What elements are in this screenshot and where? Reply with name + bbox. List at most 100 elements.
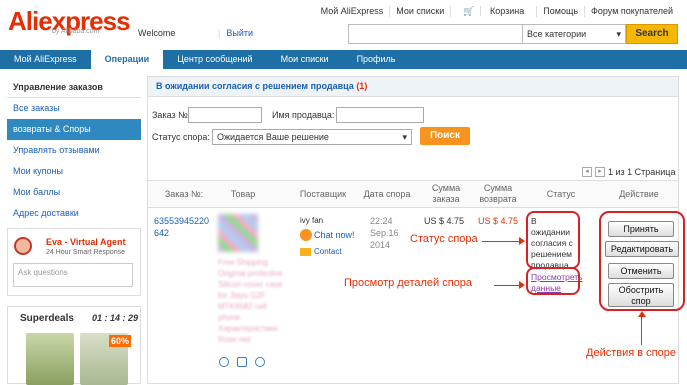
snapshot-icon[interactable] bbox=[255, 357, 265, 367]
category-select[interactable]: Все категории ▾ bbox=[522, 24, 626, 44]
superdeals-panel: Superdeals 01 : 14 : 29 60% bbox=[7, 306, 141, 385]
welcome-text: Welcome bbox=[138, 28, 176, 38]
chat-label: Chat now! bbox=[314, 230, 355, 240]
panel-heading-count: (1) bbox=[356, 81, 368, 91]
category-label: Все категории bbox=[527, 29, 587, 39]
sidebar-item-points[interactable]: Мои баллы bbox=[7, 182, 141, 203]
clock-icon[interactable] bbox=[219, 357, 229, 367]
order-number-input[interactable] bbox=[188, 107, 262, 123]
search-input[interactable] bbox=[348, 24, 522, 44]
agent-name: Eva - Virtual Agent bbox=[46, 237, 126, 247]
annotation-arrow-head bbox=[519, 281, 525, 289]
annotation-arrow bbox=[482, 241, 520, 242]
tab-my-aliexpress[interactable]: Мой AliExpress bbox=[0, 50, 91, 69]
superdeals-title: Superdeals bbox=[20, 313, 74, 324]
annotation-status: Статус спора bbox=[410, 233, 478, 245]
escalate-dispute-button[interactable]: Обострить спор bbox=[608, 283, 674, 307]
col-order-sum: Сумма заказа bbox=[431, 183, 461, 204]
order-sum: US $ 4.75 bbox=[424, 216, 465, 226]
agent-subtitle: 24 Hour Smart Response bbox=[46, 249, 125, 256]
annotation-actions: Действия в споре bbox=[586, 347, 676, 359]
dispute-status-select[interactable]: Ожидается Ваше решение ▾ bbox=[212, 129, 412, 145]
tab-my-lists[interactable]: Мои списки bbox=[267, 50, 343, 69]
seller-name-input[interactable] bbox=[336, 107, 424, 123]
agent-question-input[interactable]: Ask questions bbox=[13, 263, 133, 287]
chevron-down-icon: ▾ bbox=[402, 132, 407, 142]
logo-subtitle: by Alibaba.com bbox=[52, 28, 100, 35]
col-seller: Поставщик bbox=[299, 189, 347, 199]
signout-label: Выйти bbox=[226, 28, 253, 38]
pager-text: 1 из 1 Страница bbox=[608, 167, 676, 177]
image-icon[interactable] bbox=[237, 357, 247, 367]
dispute-status-label: Статус спора: bbox=[152, 132, 210, 142]
annotation-details: Просмотр деталей спора bbox=[344, 277, 473, 289]
logo-ali: Ali bbox=[8, 6, 39, 36]
view-details-label: Просмотреть данные bbox=[531, 272, 583, 293]
contact-label: Contact bbox=[314, 247, 342, 256]
seller-name-label: Имя продавца: bbox=[272, 110, 335, 120]
annotation-arrow-head bbox=[519, 237, 525, 245]
col-product: Товар bbox=[230, 189, 256, 199]
annotation-arrow bbox=[494, 285, 520, 286]
view-details-link[interactable]: Просмотреть данные bbox=[526, 267, 583, 295]
virtual-agent-panel: Eva - Virtual Agent 24 Hour Smart Respon… bbox=[7, 228, 141, 296]
search-button[interactable]: Search bbox=[626, 24, 678, 44]
tab-operations[interactable]: Операции bbox=[90, 50, 164, 69]
col-refund-sum: Сумма возврата bbox=[479, 183, 517, 204]
site-header: Aliexpress by Alibaba.com Welcome | Выйти… bbox=[0, 0, 687, 48]
prev-page-icon[interactable]: ◂ bbox=[582, 167, 592, 177]
filter-search-button[interactable]: Поиск bbox=[420, 127, 470, 145]
chevron-down-icon: ▾ bbox=[616, 29, 621, 39]
table-header: Заказ №: Товар Поставщик Дата спора Сумм… bbox=[148, 180, 678, 208]
product-image[interactable] bbox=[218, 214, 258, 252]
chat-now-link[interactable]: Chat now! bbox=[300, 229, 355, 241]
top-navigation: Мой AliExpress Мои списки 🛒 Корзина Помо… bbox=[315, 6, 679, 17]
panel-heading-text: В ожидании согласия с решением продавца bbox=[156, 81, 354, 91]
seller-name: ivy fan bbox=[300, 216, 324, 225]
product-icons bbox=[219, 357, 265, 367]
superdeal-image[interactable] bbox=[26, 333, 74, 385]
actions-group: Принять Редактировать Отменить Обострить… bbox=[599, 211, 685, 311]
sidebar-item-coupons[interactable]: Мои купоны bbox=[7, 161, 141, 182]
annotation-arrow-head bbox=[638, 311, 646, 317]
panel-heading: В ожидании согласия с решением продавца … bbox=[148, 77, 678, 97]
tab-message-center[interactable]: Центр сообщений bbox=[163, 50, 266, 69]
sidebar-item-refunds-disputes[interactable]: возвраты & Споры bbox=[7, 119, 141, 140]
signout-link[interactable]: | Выйти bbox=[212, 28, 253, 38]
sidebar: Управление заказов Все заказы возвраты &… bbox=[7, 76, 141, 224]
sidebar-heading: Управление заказов bbox=[7, 76, 141, 98]
sidebar-item-feedback[interactable]: Управлять отзывами bbox=[7, 140, 141, 161]
divider: | bbox=[218, 28, 221, 38]
dispute-status-value: Ожидается Ваше решение bbox=[217, 132, 329, 142]
top-link-help[interactable]: Помощь bbox=[537, 6, 586, 17]
search-bar: Все категории ▾ Search bbox=[348, 24, 678, 44]
chat-icon bbox=[300, 229, 312, 241]
dispute-date: 22:24 Sep.16 2014 bbox=[370, 216, 399, 250]
accept-button[interactable]: Принять bbox=[608, 221, 674, 237]
sidebar-item-address[interactable]: Адрес доставки bbox=[7, 203, 141, 224]
col-action: Действие bbox=[619, 189, 659, 199]
next-page-icon[interactable]: ▸ bbox=[595, 167, 605, 177]
order-number-link[interactable]: 63553945220642 bbox=[154, 215, 212, 239]
cart-label: Корзина bbox=[489, 6, 525, 16]
superdeals-timer: 01 : 14 : 29 bbox=[92, 313, 139, 323]
top-link-my-aliexpress[interactable]: Мой AliExpress bbox=[315, 6, 391, 17]
disputes-panel: В ожидании согласия с решением продавца … bbox=[147, 76, 685, 384]
product-title[interactable]: Free Shipping Original protective Silico… bbox=[218, 257, 286, 345]
refund-sum: US $ 4.75 bbox=[478, 216, 519, 226]
order-number-label: Заказ №: bbox=[152, 110, 191, 120]
tab-profile[interactable]: Профиль bbox=[343, 50, 410, 69]
sidebar-item-all-orders[interactable]: Все заказы bbox=[7, 98, 141, 119]
dispute-status: В ожидании согласия с решением продавца bbox=[526, 211, 580, 270]
top-link-forum[interactable]: Форум покупателей bbox=[585, 6, 679, 17]
annotation-arrow bbox=[641, 317, 642, 345]
envelope-icon bbox=[300, 247, 311, 256]
edit-button[interactable]: Редактировать bbox=[605, 241, 679, 257]
discount-badge: 60% bbox=[109, 335, 132, 347]
main-navbar: Мой AliExpress Операции Центр сообщений … bbox=[0, 50, 687, 69]
col-status: Статус bbox=[546, 189, 576, 199]
top-link-cart[interactable]: 🛒 Корзина bbox=[451, 6, 538, 17]
top-link-my-lists[interactable]: Мои списки bbox=[390, 6, 452, 17]
contact-link[interactable]: Contact bbox=[300, 247, 342, 256]
cancel-button[interactable]: Отменить bbox=[608, 263, 674, 279]
